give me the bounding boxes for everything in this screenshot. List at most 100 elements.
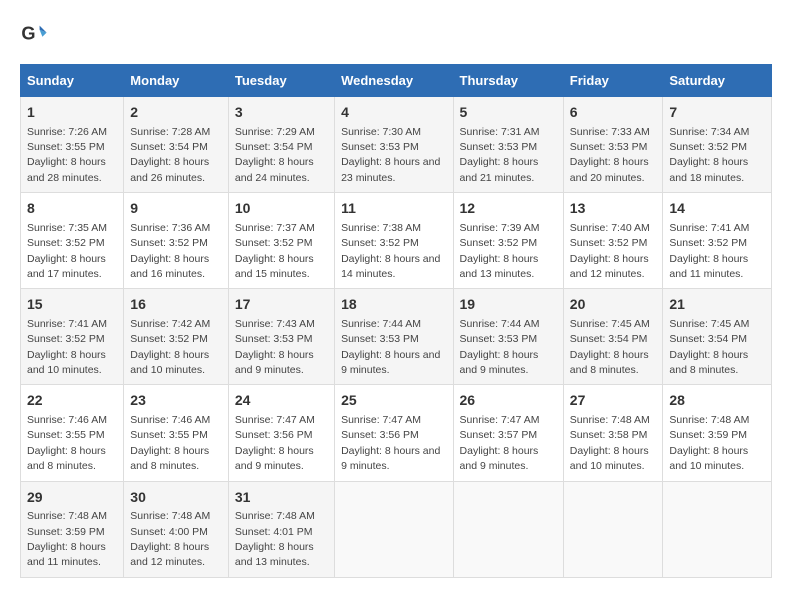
day-cell: 14 Sunrise: 7:41 AMSunset: 3:52 PMDaylig… (663, 193, 772, 289)
day-cell (563, 481, 663, 577)
day-cell (453, 481, 563, 577)
day-cell: 9 Sunrise: 7:36 AMSunset: 3:52 PMDayligh… (124, 193, 229, 289)
day-number: 5 (460, 103, 557, 123)
svg-text:G: G (21, 24, 35, 44)
day-cell: 30 Sunrise: 7:48 AMSunset: 4:00 PMDaylig… (124, 481, 229, 577)
sunrise-info: Sunrise: 7:46 AMSunset: 3:55 PMDaylight:… (130, 414, 210, 472)
calendar-header-row: SundayMondayTuesdayWednesdayThursdayFrid… (21, 65, 772, 97)
day-number: 12 (460, 199, 557, 219)
day-number: 15 (27, 295, 117, 315)
day-number: 14 (669, 199, 765, 219)
day-number: 8 (27, 199, 117, 219)
day-number: 22 (27, 391, 117, 411)
sunrise-info: Sunrise: 7:47 AMSunset: 3:56 PMDaylight:… (341, 414, 440, 472)
day-number: 29 (27, 488, 117, 508)
day-number: 13 (570, 199, 657, 219)
sunrise-info: Sunrise: 7:36 AMSunset: 3:52 PMDaylight:… (130, 222, 210, 280)
sunrise-info: Sunrise: 7:26 AMSunset: 3:55 PMDaylight:… (27, 126, 107, 184)
sunrise-info: Sunrise: 7:41 AMSunset: 3:52 PMDaylight:… (27, 318, 107, 376)
day-cell: 10 Sunrise: 7:37 AMSunset: 3:52 PMDaylig… (228, 193, 334, 289)
week-row-3: 15 Sunrise: 7:41 AMSunset: 3:52 PMDaylig… (21, 289, 772, 385)
sunrise-info: Sunrise: 7:37 AMSunset: 3:52 PMDaylight:… (235, 222, 315, 280)
day-number: 9 (130, 199, 222, 219)
day-number: 2 (130, 103, 222, 123)
sunrise-info: Sunrise: 7:45 AMSunset: 3:54 PMDaylight:… (570, 318, 650, 376)
sunrise-info: Sunrise: 7:31 AMSunset: 3:53 PMDaylight:… (460, 126, 540, 184)
header-wednesday: Wednesday (335, 65, 453, 97)
page-header: G (20, 20, 772, 48)
day-cell: 5 Sunrise: 7:31 AMSunset: 3:53 PMDayligh… (453, 97, 563, 193)
day-cell: 31 Sunrise: 7:48 AMSunset: 4:01 PMDaylig… (228, 481, 334, 577)
header-friday: Friday (563, 65, 663, 97)
week-row-4: 22 Sunrise: 7:46 AMSunset: 3:55 PMDaylig… (21, 385, 772, 481)
sunrise-info: Sunrise: 7:48 AMSunset: 4:00 PMDaylight:… (130, 510, 210, 568)
sunrise-info: Sunrise: 7:35 AMSunset: 3:52 PMDaylight:… (27, 222, 107, 280)
day-cell: 27 Sunrise: 7:48 AMSunset: 3:58 PMDaylig… (563, 385, 663, 481)
day-number: 24 (235, 391, 328, 411)
day-cell: 1 Sunrise: 7:26 AMSunset: 3:55 PMDayligh… (21, 97, 124, 193)
sunrise-info: Sunrise: 7:47 AMSunset: 3:56 PMDaylight:… (235, 414, 315, 472)
day-number: 26 (460, 391, 557, 411)
day-cell (335, 481, 453, 577)
day-cell: 16 Sunrise: 7:42 AMSunset: 3:52 PMDaylig… (124, 289, 229, 385)
week-row-5: 29 Sunrise: 7:48 AMSunset: 3:59 PMDaylig… (21, 481, 772, 577)
day-number: 1 (27, 103, 117, 123)
sunrise-info: Sunrise: 7:48 AMSunset: 3:59 PMDaylight:… (669, 414, 749, 472)
sunrise-info: Sunrise: 7:48 AMSunset: 4:01 PMDaylight:… (235, 510, 315, 568)
day-cell: 26 Sunrise: 7:47 AMSunset: 3:57 PMDaylig… (453, 385, 563, 481)
day-cell: 18 Sunrise: 7:44 AMSunset: 3:53 PMDaylig… (335, 289, 453, 385)
sunrise-info: Sunrise: 7:33 AMSunset: 3:53 PMDaylight:… (570, 126, 650, 184)
day-cell: 21 Sunrise: 7:45 AMSunset: 3:54 PMDaylig… (663, 289, 772, 385)
logo: G (20, 20, 52, 48)
day-cell: 6 Sunrise: 7:33 AMSunset: 3:53 PMDayligh… (563, 97, 663, 193)
day-cell: 29 Sunrise: 7:48 AMSunset: 3:59 PMDaylig… (21, 481, 124, 577)
day-number: 10 (235, 199, 328, 219)
day-cell (663, 481, 772, 577)
day-number: 27 (570, 391, 657, 411)
day-cell: 3 Sunrise: 7:29 AMSunset: 3:54 PMDayligh… (228, 97, 334, 193)
day-cell: 22 Sunrise: 7:46 AMSunset: 3:55 PMDaylig… (21, 385, 124, 481)
sunrise-info: Sunrise: 7:43 AMSunset: 3:53 PMDaylight:… (235, 318, 315, 376)
sunrise-info: Sunrise: 7:48 AMSunset: 3:59 PMDaylight:… (27, 510, 107, 568)
day-cell: 24 Sunrise: 7:47 AMSunset: 3:56 PMDaylig… (228, 385, 334, 481)
sunrise-info: Sunrise: 7:45 AMSunset: 3:54 PMDaylight:… (669, 318, 749, 376)
header-monday: Monday (124, 65, 229, 97)
week-row-1: 1 Sunrise: 7:26 AMSunset: 3:55 PMDayligh… (21, 97, 772, 193)
day-number: 28 (669, 391, 765, 411)
day-number: 19 (460, 295, 557, 315)
sunrise-info: Sunrise: 7:38 AMSunset: 3:52 PMDaylight:… (341, 222, 440, 280)
day-cell: 17 Sunrise: 7:43 AMSunset: 3:53 PMDaylig… (228, 289, 334, 385)
header-thursday: Thursday (453, 65, 563, 97)
sunrise-info: Sunrise: 7:48 AMSunset: 3:58 PMDaylight:… (570, 414, 650, 472)
sunrise-info: Sunrise: 7:41 AMSunset: 3:52 PMDaylight:… (669, 222, 749, 280)
day-number: 11 (341, 199, 446, 219)
day-cell: 8 Sunrise: 7:35 AMSunset: 3:52 PMDayligh… (21, 193, 124, 289)
header-saturday: Saturday (663, 65, 772, 97)
day-number: 6 (570, 103, 657, 123)
sunrise-info: Sunrise: 7:47 AMSunset: 3:57 PMDaylight:… (460, 414, 540, 472)
sunrise-info: Sunrise: 7:39 AMSunset: 3:52 PMDaylight:… (460, 222, 540, 280)
header-sunday: Sunday (21, 65, 124, 97)
sunrise-info: Sunrise: 7:40 AMSunset: 3:52 PMDaylight:… (570, 222, 650, 280)
day-cell: 15 Sunrise: 7:41 AMSunset: 3:52 PMDaylig… (21, 289, 124, 385)
day-cell: 7 Sunrise: 7:34 AMSunset: 3:52 PMDayligh… (663, 97, 772, 193)
day-cell: 25 Sunrise: 7:47 AMSunset: 3:56 PMDaylig… (335, 385, 453, 481)
sunrise-info: Sunrise: 7:46 AMSunset: 3:55 PMDaylight:… (27, 414, 107, 472)
day-number: 18 (341, 295, 446, 315)
day-number: 17 (235, 295, 328, 315)
day-number: 4 (341, 103, 446, 123)
sunrise-info: Sunrise: 7:44 AMSunset: 3:53 PMDaylight:… (341, 318, 440, 376)
day-number: 16 (130, 295, 222, 315)
calendar-table: SundayMondayTuesdayWednesdayThursdayFrid… (20, 64, 772, 578)
day-number: 3 (235, 103, 328, 123)
day-cell: 20 Sunrise: 7:45 AMSunset: 3:54 PMDaylig… (563, 289, 663, 385)
day-cell: 19 Sunrise: 7:44 AMSunset: 3:53 PMDaylig… (453, 289, 563, 385)
sunrise-info: Sunrise: 7:42 AMSunset: 3:52 PMDaylight:… (130, 318, 210, 376)
week-row-2: 8 Sunrise: 7:35 AMSunset: 3:52 PMDayligh… (21, 193, 772, 289)
day-number: 31 (235, 488, 328, 508)
day-cell: 23 Sunrise: 7:46 AMSunset: 3:55 PMDaylig… (124, 385, 229, 481)
day-number: 20 (570, 295, 657, 315)
day-number: 21 (669, 295, 765, 315)
logo-icon: G (20, 20, 48, 48)
day-cell: 11 Sunrise: 7:38 AMSunset: 3:52 PMDaylig… (335, 193, 453, 289)
